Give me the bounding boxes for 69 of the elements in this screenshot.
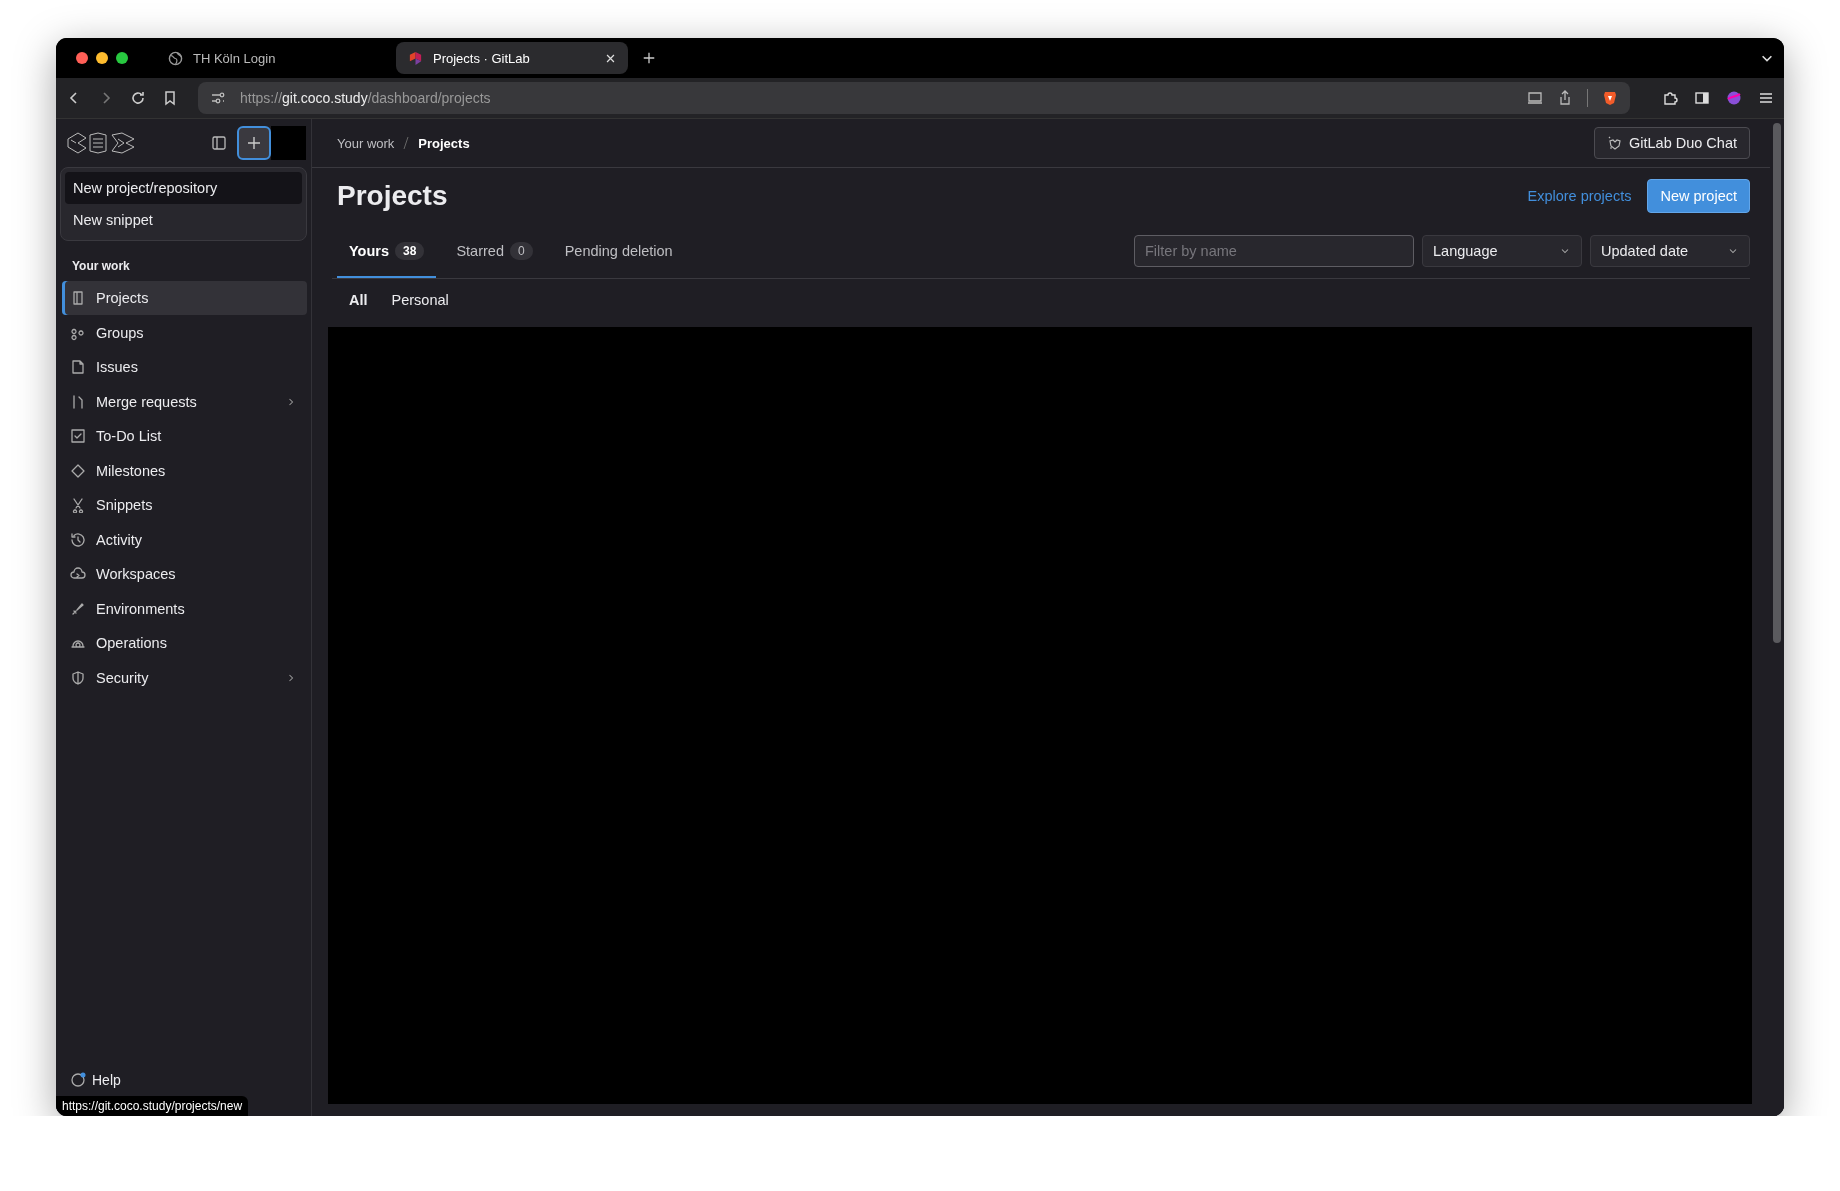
create-new-button[interactable] bbox=[237, 126, 271, 160]
tab[interactable]: Pending deletion bbox=[552, 224, 685, 278]
browser-tab[interactable]: TH Köln Login bbox=[156, 42, 388, 74]
filter-tab[interactable]: All bbox=[349, 292, 368, 308]
sidebar-item[interactable]: Operations bbox=[62, 626, 307, 660]
tab[interactable]: Starred 0 bbox=[444, 224, 545, 278]
extensions-icon[interactable] bbox=[1662, 90, 1678, 106]
section-title: Your work bbox=[71, 258, 131, 275]
menu-icon[interactable] bbox=[1758, 90, 1774, 106]
checkbox-icon bbox=[70, 428, 86, 444]
minimize-window-icon[interactable] bbox=[96, 52, 108, 64]
plus-icon bbox=[246, 135, 262, 151]
sidebar-item[interactable]: Activity bbox=[62, 522, 307, 557]
globe-icon bbox=[168, 50, 183, 66]
count-badge: 0 bbox=[509, 242, 533, 260]
filter-field[interactable]: Filter by name bbox=[1134, 235, 1414, 267]
sort-dropdown[interactable]: Language bbox=[1422, 235, 1582, 267]
sidebar-item[interactable]: Workspaces bbox=[62, 557, 307, 591]
help-icon bbox=[70, 1072, 86, 1088]
sidebar-item[interactable]: Snippets bbox=[62, 488, 307, 522]
cube-logo-icon bbox=[408, 50, 423, 66]
install-app-icon[interactable] bbox=[1527, 90, 1543, 106]
duo-chat-button[interactable]: GitLab Duo Chat bbox=[1594, 127, 1750, 159]
site-settings-icon[interactable] bbox=[210, 90, 226, 106]
separator-icon bbox=[402, 135, 411, 151]
cloud-icon bbox=[70, 566, 86, 582]
status-url-tooltip: https://git.coco.study/projects/new bbox=[56, 1096, 249, 1116]
merge-icon bbox=[70, 393, 86, 410]
book-icon bbox=[70, 290, 86, 306]
close-window-icon[interactable] bbox=[76, 52, 88, 64]
scissors-icon bbox=[70, 497, 86, 513]
sidebar-item[interactable]: Projects bbox=[62, 281, 307, 315]
share-icon[interactable] bbox=[1557, 90, 1573, 106]
logo-drawing[interactable] bbox=[66, 131, 136, 155]
sidebar-item[interactable]: Issues bbox=[62, 350, 307, 384]
count-badge: 38 bbox=[395, 242, 425, 260]
tab[interactable]: Yours 38 bbox=[337, 224, 437, 278]
close-tab-icon[interactable] bbox=[605, 52, 616, 64]
menu-item[interactable]: New snippet bbox=[65, 204, 302, 236]
redacted-block bbox=[271, 126, 306, 160]
scrollbar-thumb[interactable] bbox=[1773, 123, 1781, 643]
sort-dropdown[interactable]: Updated date bbox=[1590, 235, 1750, 267]
filter-tab[interactable]: Personal bbox=[391, 292, 449, 308]
bookmark-icon[interactable] bbox=[162, 90, 178, 106]
new-tab-icon[interactable] bbox=[642, 51, 656, 65]
issue-icon bbox=[70, 359, 86, 375]
browser-tab[interactable]: Projects · GitLab bbox=[396, 42, 628, 74]
sidebar-item[interactable]: Milestones bbox=[62, 453, 307, 488]
breadcrumb-link[interactable]: Your work bbox=[337, 135, 395, 151]
history-icon bbox=[70, 531, 86, 548]
diamond-icon bbox=[70, 462, 86, 479]
profile-avatar-icon[interactable] bbox=[1726, 90, 1742, 106]
breadcrumb-link[interactable]: Projects bbox=[418, 135, 470, 151]
sidebar-item[interactable]: To-Do List bbox=[62, 419, 307, 453]
sidebar-toggle-icon[interactable] bbox=[1694, 90, 1710, 106]
lion-shield-icon[interactable] bbox=[1602, 90, 1618, 106]
sidebar-item[interactable]: Environments bbox=[62, 591, 307, 626]
sidebar-item[interactable]: Security bbox=[62, 660, 307, 695]
menu-item[interactable]: New project/repository bbox=[65, 172, 302, 204]
sidebar-item[interactable]: Groups bbox=[62, 315, 307, 350]
page-title: Projects bbox=[337, 180, 448, 212]
url-text: https://git.coco.study/dashboard/projects bbox=[240, 90, 491, 106]
maximize-window-icon[interactable] bbox=[116, 52, 128, 64]
sidebar-toggle-icon[interactable] bbox=[211, 135, 227, 151]
explore-projects-link[interactable]: Explore projects bbox=[1527, 188, 1632, 204]
reload-icon[interactable] bbox=[130, 90, 146, 106]
sidebar-item[interactable]: Merge requests bbox=[62, 384, 307, 419]
shield-icon bbox=[70, 669, 86, 686]
address-bar[interactable]: https://git.coco.study/dashboard/projects bbox=[198, 82, 1630, 114]
